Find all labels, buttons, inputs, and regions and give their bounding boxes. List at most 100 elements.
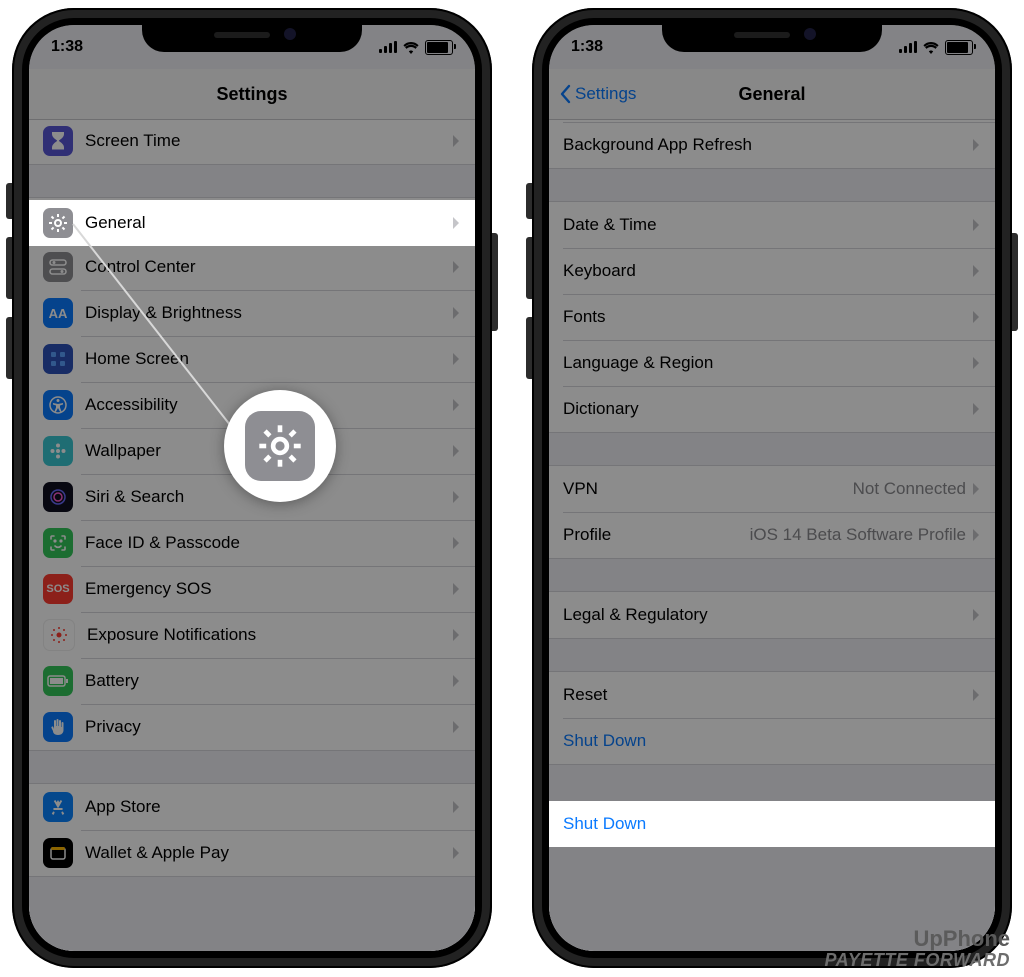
wallet-icon: [43, 838, 73, 868]
row-dictionary[interactable]: Dictionary: [549, 386, 995, 432]
row-label: Shut Down: [563, 731, 981, 751]
row-label: Legal & Regulatory: [563, 605, 972, 625]
chevron-right-icon: [452, 306, 461, 320]
power-button: [1012, 233, 1018, 331]
chevron-right-icon: [972, 138, 981, 152]
accessibility-icon: [43, 390, 73, 420]
chevron-right-icon: [972, 264, 981, 278]
phone-frame-left: 1:38 Settings Screen Time: [12, 8, 492, 968]
row-background-app-refresh[interactable]: Background App Refresh: [549, 122, 995, 168]
row-app-store[interactable]: App Store: [29, 784, 475, 830]
chevron-right-icon: [452, 216, 461, 230]
wifi-icon: [923, 41, 939, 53]
row-profile[interactable]: Profile iOS 14 Beta Software Profile: [549, 512, 995, 558]
chevron-right-icon: [452, 582, 461, 596]
row-value: Not Connected: [853, 479, 966, 499]
exposure-icon: [43, 619, 75, 651]
row-legal-regulatory[interactable]: Legal & Regulatory: [549, 592, 995, 638]
row-language-region[interactable]: Language & Region: [549, 340, 995, 386]
side-buttons-left: [6, 183, 12, 397]
siri-icon: [43, 482, 73, 512]
row-exposure-notifications[interactable]: Exposure Notifications: [29, 612, 475, 658]
chevron-right-icon: [972, 402, 981, 416]
flower-icon: [43, 436, 73, 466]
row-label: Home Screen: [85, 349, 452, 369]
chevron-right-icon: [972, 688, 981, 702]
row-label: Face ID & Passcode: [85, 533, 452, 553]
nav-bar: Settings: [29, 69, 475, 120]
chevron-right-icon: [972, 356, 981, 370]
notch: [662, 18, 882, 52]
row-shut-down-highlight[interactable]: Shut Down: [549, 801, 995, 847]
chevron-right-icon: [972, 310, 981, 324]
watermark: UpPhone PAYETTE FORWARD: [824, 927, 1010, 971]
row-faceid-passcode[interactable]: Face ID & Passcode: [29, 520, 475, 566]
gear-callout: [224, 390, 336, 502]
row-home-screen[interactable]: Home Screen: [29, 336, 475, 382]
row-label: Date & Time: [563, 215, 972, 235]
text-size-icon: AA: [43, 298, 73, 328]
chevron-right-icon: [972, 218, 981, 232]
switches-icon: [43, 252, 73, 282]
row-label: Wallet & Apple Pay: [85, 843, 452, 863]
cellular-icon: [899, 41, 917, 53]
chevron-right-icon: [452, 674, 461, 688]
row-label: Screen Time: [85, 131, 452, 151]
chevron-right-icon: [452, 720, 461, 734]
chevron-right-icon: [972, 482, 981, 496]
row-label: Display & Brightness: [85, 303, 452, 323]
row-label: Control Center: [85, 257, 452, 277]
hourglass-icon: [43, 126, 73, 156]
phone-frame-right: 1:38 Settings General iPhon: [532, 8, 1012, 968]
row-label: Exposure Notifications: [87, 625, 452, 645]
row-label: Shut Down: [563, 814, 646, 834]
row-label: Language & Region: [563, 353, 972, 373]
row-label: Background App Refresh: [563, 135, 972, 155]
row-label: General: [85, 213, 452, 233]
page-title: Settings: [216, 84, 287, 105]
row-emergency-sos[interactable]: SOS Emergency SOS: [29, 566, 475, 612]
row-general-highlight[interactable]: General: [29, 200, 475, 246]
row-shut-down[interactable]: Shut Down: [549, 718, 995, 764]
nav-bar: Settings General: [549, 69, 995, 120]
row-value: iOS 14 Beta Software Profile: [621, 525, 966, 545]
row-vpn[interactable]: VPN Not Connected: [549, 466, 995, 512]
chevron-right-icon: [452, 800, 461, 814]
back-label: Settings: [575, 84, 636, 104]
row-reset[interactable]: Reset: [549, 672, 995, 718]
status-time: 1:38: [571, 38, 603, 56]
cellular-icon: [379, 41, 397, 53]
battery-icon: [945, 40, 973, 55]
notch: [142, 18, 362, 52]
row-display-brightness[interactable]: AA Display & Brightness: [29, 290, 475, 336]
chevron-right-icon: [452, 490, 461, 504]
chevron-right-icon: [452, 628, 461, 642]
row-privacy[interactable]: Privacy: [29, 704, 475, 750]
sos-icon: SOS: [43, 574, 73, 604]
power-button: [492, 233, 498, 331]
row-keyboard[interactable]: Keyboard: [549, 248, 995, 294]
row-label: Reset: [563, 685, 972, 705]
battery-icon: [43, 666, 73, 696]
row-label: Fonts: [563, 307, 972, 327]
row-screen-time[interactable]: Screen Time: [29, 119, 475, 164]
row-label: Dictionary: [563, 399, 972, 419]
row-wallet-apple-pay[interactable]: Wallet & Apple Pay: [29, 830, 475, 876]
row-fonts[interactable]: Fonts: [549, 294, 995, 340]
chevron-right-icon: [972, 528, 981, 542]
row-label: Battery: [85, 671, 452, 691]
row-label: Keyboard: [563, 261, 972, 281]
row-date-time[interactable]: Date & Time: [549, 202, 995, 248]
chevron-right-icon: [452, 352, 461, 366]
back-button[interactable]: Settings: [559, 84, 636, 104]
status-time: 1:38: [51, 38, 83, 56]
row-label: VPN: [563, 479, 853, 499]
chevron-right-icon: [452, 398, 461, 412]
chevron-right-icon: [452, 536, 461, 550]
row-label: Privacy: [85, 717, 452, 737]
chevron-right-icon: [452, 260, 461, 274]
gear-icon-large: [245, 411, 315, 481]
row-battery[interactable]: Battery: [29, 658, 475, 704]
row-label: App Store: [85, 797, 452, 817]
chevron-right-icon: [452, 444, 461, 458]
